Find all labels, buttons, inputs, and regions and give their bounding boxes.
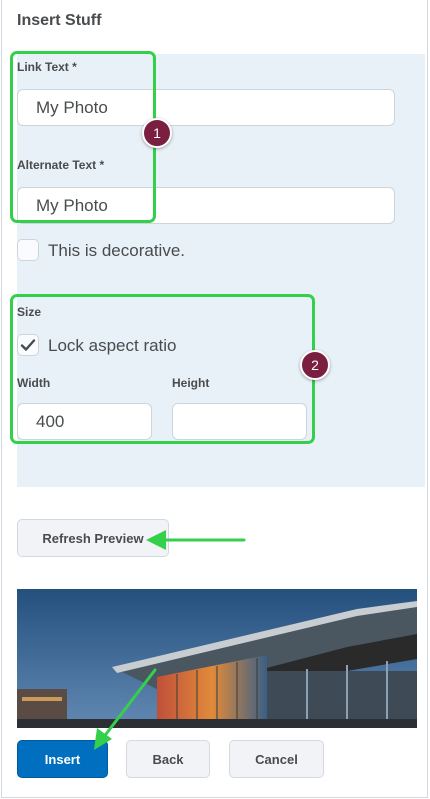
dialog-title: Insert Stuff [17,12,102,29]
decorative-label: This is decorative. [48,241,185,260]
building-photo [17,589,417,728]
annotation-badge-2: 2 [300,350,330,380]
cancel-button[interactable]: Cancel [229,740,324,778]
insert-button[interactable]: Insert [17,740,108,778]
image-preview [17,589,417,728]
annotation-badge-1: 1 [142,118,172,148]
highlight-box-text-fields [10,51,156,223]
insert-stuff-dialog: Insert Stuff Link Text * Alternate Text … [1,0,428,798]
back-button[interactable]: Back [126,740,210,778]
decorative-checkbox[interactable] [17,239,39,261]
refresh-preview-button[interactable]: Refresh Preview [17,519,169,557]
highlight-box-size [10,294,315,444]
